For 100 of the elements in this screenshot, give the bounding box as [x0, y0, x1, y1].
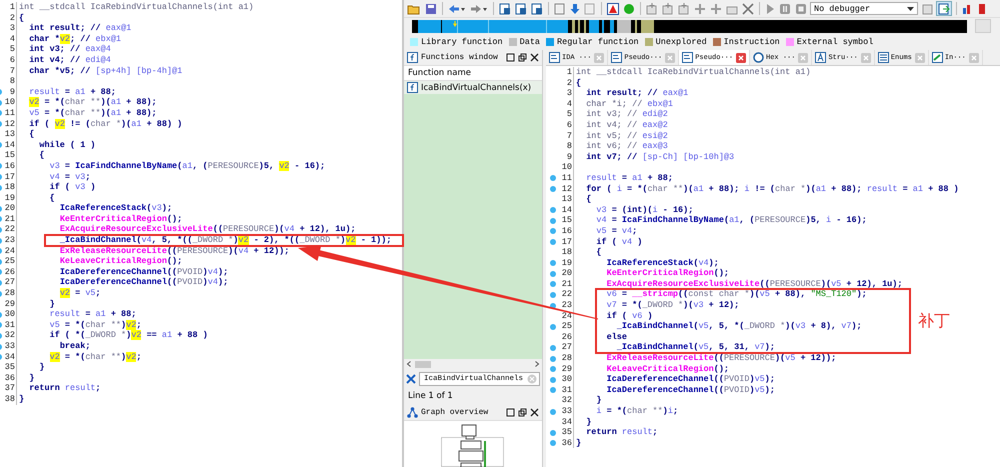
- line-number: 2: [566, 78, 572, 88]
- panel-title: Graph overview: [421, 408, 490, 417]
- warning-icon[interactable]: [606, 1, 620, 16]
- code-line: {: [595, 247, 602, 258]
- code-line: }: [18, 394, 24, 405]
- code-line: {: [28, 129, 34, 140]
- code-line: v5 = v4;: [595, 226, 638, 236]
- caret-icon: [907, 6, 914, 10]
- line-number: 38: [4, 394, 15, 405]
- float-icon[interactable]: [518, 53, 527, 62]
- graph-overview-drawing[interactable]: [441, 423, 505, 467]
- code-line: _IcaBindChannel(v5, 5, 31, v7);: [616, 342, 775, 354]
- code-line: result = a1 + 88;: [48, 309, 136, 320]
- line-number: 19: [4, 192, 15, 204]
- code-line: if ( v3 ): [48, 182, 96, 193]
- function-item[interactable]: IcaBindVirtualChannels(x): [404, 81, 542, 94]
- line-number: 21: [4, 214, 15, 224]
- line-number: 28: [4, 288, 15, 299]
- line-number: 16: [4, 160, 15, 172]
- line-number: 28: [562, 353, 572, 364]
- code-line: }: [595, 395, 602, 406]
- line-number: 22: [562, 289, 572, 300]
- graph-icon: [407, 407, 418, 418]
- line-number: 24: [562, 310, 572, 322]
- document-icon: [611, 52, 622, 63]
- line-number: 23: [4, 235, 15, 246]
- line-number: 17: [562, 236, 572, 248]
- line-number: 15: [4, 150, 15, 161]
- navigation-band-drawing[interactable]: [412, 20, 967, 32]
- line-number: 26: [4, 266, 15, 278]
- line-number: 10: [4, 97, 15, 108]
- line-number: 1: [566, 67, 572, 78]
- line-number: 36: [562, 438, 572, 448]
- code-line: }: [575, 438, 582, 448]
- stop-icon[interactable]: [794, 1, 808, 16]
- plus-icon[interactable]: [693, 1, 707, 16]
- document-icon[interactable]: [530, 1, 544, 16]
- line-number: 1: [10, 2, 15, 13]
- legend-label: External symbol: [796, 37, 874, 47]
- restore-icon[interactable]: [506, 53, 515, 62]
- line-number: 34: [562, 416, 572, 428]
- restore-icon[interactable]: [506, 408, 515, 417]
- code-line: while ( 1 ): [38, 140, 96, 150]
- legend-label: Instruction: [724, 37, 780, 47]
- document-icon[interactable]: [498, 1, 512, 16]
- play-icon[interactable]: [764, 1, 776, 16]
- code-line: v6 = __stricmp((const char *)(v5 + 88), "MS_T120");: [606, 289, 867, 300]
- float-icon[interactable]: [518, 408, 527, 417]
- down-arrow-icon[interactable]: [569, 1, 581, 16]
- line-number: 31: [562, 384, 572, 396]
- line-number: 33: [562, 406, 572, 417]
- save-icon[interactable]: [424, 1, 438, 16]
- scrollbar-thumb[interactable]: [415, 360, 431, 368]
- code-line: IcaReferenceStack(v4);: [606, 258, 719, 268]
- code-line: if ( v4 ): [595, 236, 642, 248]
- line-number: 10: [562, 162, 572, 173]
- legend-label: Unexplored: [656, 37, 707, 47]
- line-number: 20: [4, 203, 15, 214]
- cross-icon[interactable]: [406, 374, 416, 384]
- pause-icon[interactable]: [778, 1, 792, 16]
- document-icon[interactable]: [514, 1, 528, 16]
- line-number: 32: [562, 395, 572, 406]
- chart-icon[interactable]: [977, 1, 987, 16]
- line-number: 36: [4, 372, 15, 384]
- document-icon: [682, 52, 694, 63]
- line-number: 3: [566, 88, 572, 99]
- code-line: ExReleaseResourceLite((PERESOURCE)(v5 + 12));: [606, 353, 836, 364]
- code-line: i = *(char **)i;: [595, 406, 678, 417]
- code-line: for ( i = *(char **)(a1 + 88); i != (char *)(a1 + 88); result = a1 + 88 ): [585, 184, 959, 194]
- document-icon[interactable]: [677, 1, 691, 16]
- code-line: return result;: [28, 383, 101, 394]
- horizontal-scrollbar[interactable]: [404, 359, 542, 369]
- line-number: 13: [562, 194, 572, 205]
- line-number: 6: [10, 54, 15, 66]
- document-icon[interactable]: [936, 1, 952, 16]
- code-line: int v3; // eax@4: [28, 44, 111, 55]
- code-line: IcaDereferenceChannel((PVOID)v4);: [58, 266, 228, 278]
- code-line: int result; // eax@1: [28, 23, 132, 34]
- line-number: 20: [562, 268, 572, 279]
- line-number: 26: [562, 332, 572, 342]
- line-number: 17: [4, 172, 15, 182]
- line-number: 33: [4, 341, 15, 352]
- close-icon[interactable]: [530, 53, 539, 62]
- plus-icon[interactable]: [709, 1, 723, 16]
- line-number: 5: [10, 44, 15, 55]
- code-line: }: [585, 416, 592, 428]
- debugger-dropdown[interactable]: No debugger: [810, 2, 918, 15]
- document-icon[interactable]: [553, 1, 567, 16]
- code-line: else: [606, 332, 628, 342]
- code-line: KeLeaveCriticalRegion();: [606, 364, 730, 374]
- document-icon[interactable]: [645, 1, 659, 16]
- code-line: v2 = *(char **)v2;: [48, 352, 142, 362]
- line-number: 11: [562, 172, 572, 184]
- line-number: 19: [562, 258, 572, 268]
- code-line: IcaReferenceStack(v3);: [58, 203, 172, 214]
- column-header[interactable]: Function name: [404, 66, 542, 81]
- line-number: 21: [562, 278, 572, 290]
- document-icon[interactable]: [661, 1, 675, 16]
- close-icon[interactable]: [530, 408, 539, 417]
- line-number: 6: [566, 120, 572, 131]
